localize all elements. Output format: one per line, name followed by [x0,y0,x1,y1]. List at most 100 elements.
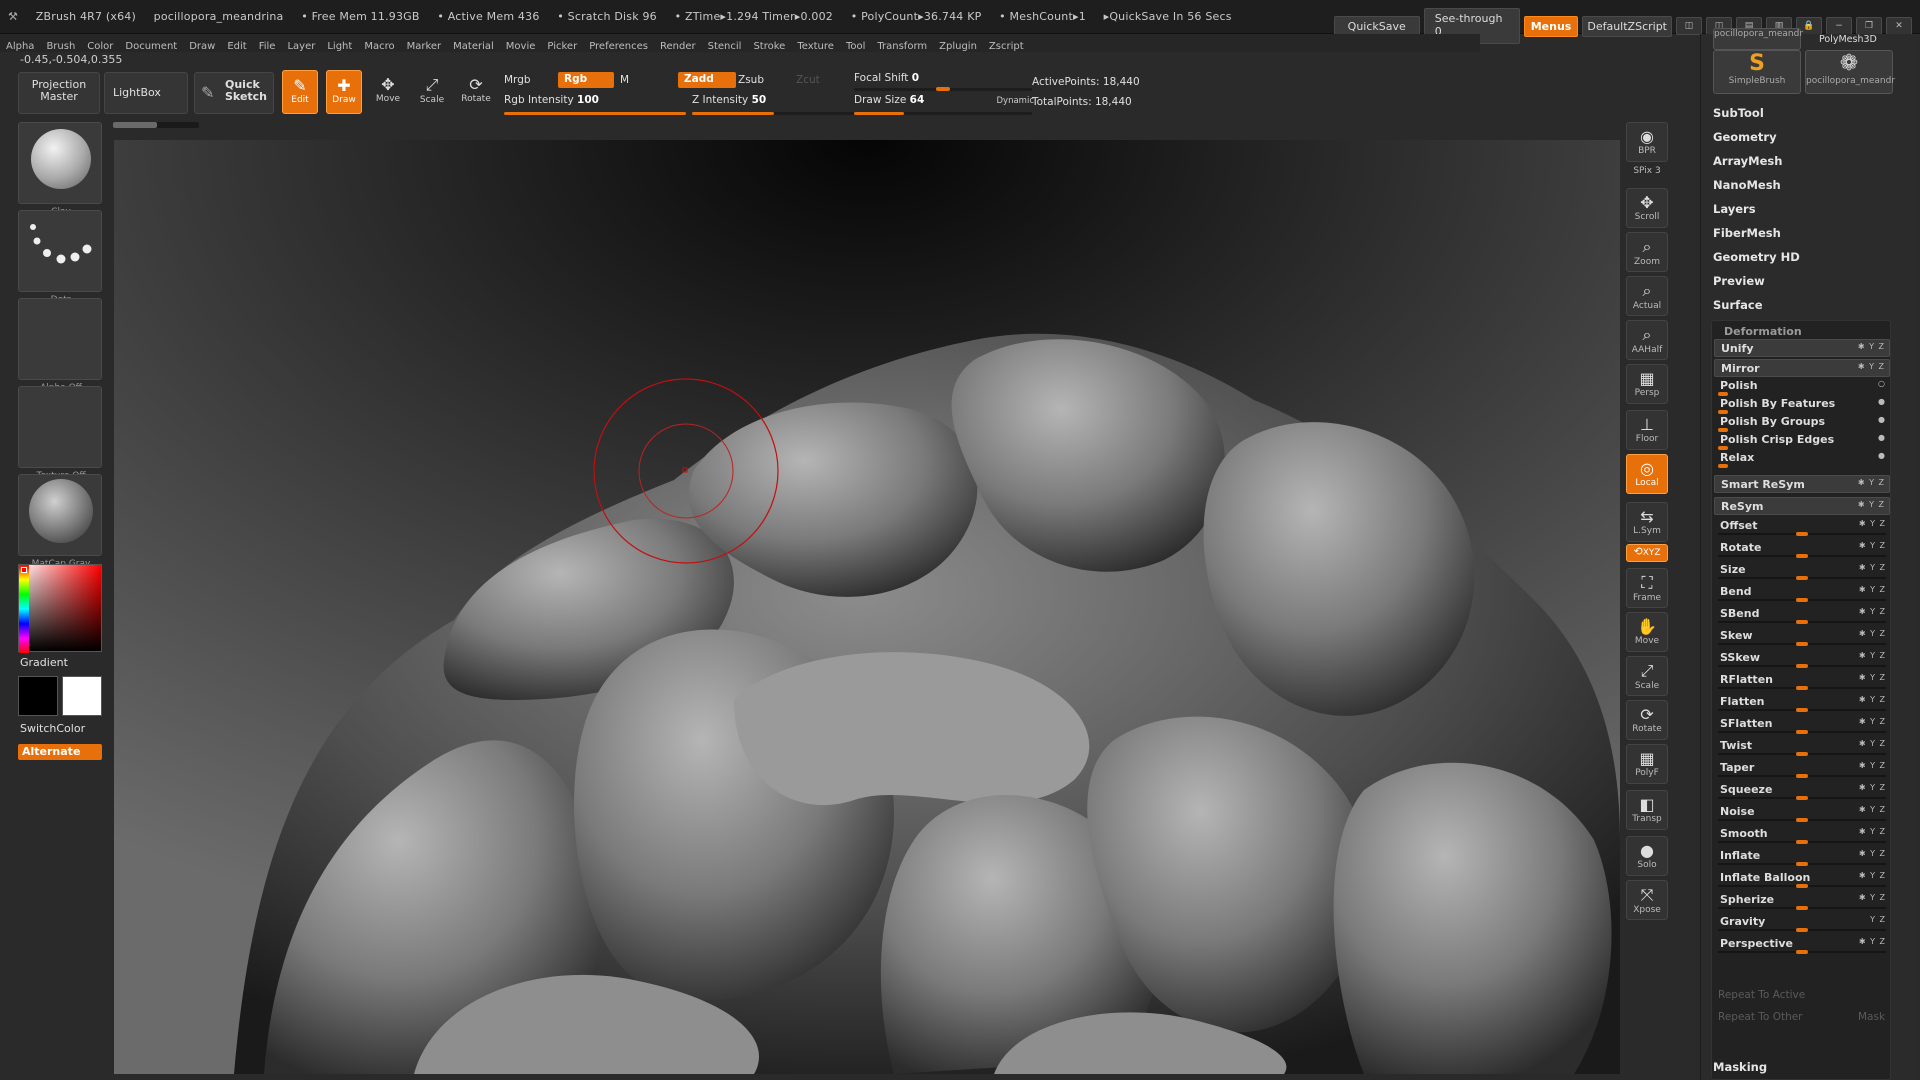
axis-toggle-icon[interactable]: ✱ Y Z [1859,893,1886,902]
deformation-header[interactable]: Deformation [1724,325,1802,338]
shelf-scroll-button[interactable]: ✥ Scroll [1626,188,1668,228]
axis-toggle-icon[interactable]: ● [1878,415,1886,424]
deform-polish-by-features[interactable]: Polish By Features ● [1714,395,1890,414]
zadd-button[interactable]: Zadd [678,72,736,88]
shelf-transp-button[interactable]: ◧ Transp [1626,790,1668,830]
slider-knob[interactable] [1796,818,1808,822]
default-zscript-button[interactable]: DefaultZScript [1582,15,1672,37]
menu-movie[interactable]: Movie [500,38,542,55]
axis-toggle-icon[interactable]: ✱ Y Z [1859,695,1886,704]
axis-toggle-icon[interactable]: ✱ Y Z [1858,500,1885,509]
repeat-to-active-button[interactable]: Repeat To Active [1718,989,1805,1001]
gradient-label[interactable]: Gradient [20,656,68,669]
mask-button[interactable]: Mask [1858,1011,1885,1023]
subpalette-geometry[interactable]: Geometry [1713,130,1777,144]
deform-size[interactable]: Size ✱ Y Z [1714,561,1890,580]
deform-twist[interactable]: Twist ✱ Y Z [1714,737,1890,756]
menu-light[interactable]: Light [321,38,358,55]
z-intensity-slider[interactable]: Z Intensity 50 [692,94,852,112]
layout-icon[interactable]: ◫ [1676,17,1702,35]
slider-knob[interactable] [1796,840,1808,844]
menu-stroke[interactable]: Stroke [747,38,791,55]
masking-subpalette[interactable]: Masking [1713,1060,1767,1074]
move-button[interactable]: ✥ Move [370,70,406,114]
scale-button[interactable]: ⤢ Scale [414,70,450,114]
restore-icon[interactable]: ❐ [1856,17,1882,35]
axis-toggle-icon[interactable]: ✱ Y Z [1859,585,1886,594]
slider-knob[interactable] [1796,686,1808,690]
menu-document[interactable]: Document [119,38,183,55]
projection-master-button[interactable]: Projection Master [18,72,100,114]
draw-button[interactable]: ✚ Draw [326,70,362,114]
menu-preferences[interactable]: Preferences [583,38,654,55]
axis-toggle-icon[interactable]: ✱ Y Z [1859,651,1886,660]
axis-toggle-icon[interactable]: ✱ Y Z [1859,673,1886,682]
axis-toggle-icon[interactable]: Y Z [1870,915,1886,924]
menu-marker[interactable]: Marker [401,38,448,55]
shelf-polyf-button[interactable]: ▦ PolyF [1626,744,1668,784]
menu-edit[interactable]: Edit [221,38,252,55]
deform-polish-crisp-edges[interactable]: Polish Crisp Edges ● [1714,431,1890,450]
deform-smart-resym[interactable]: Smart ReSym ✱ Y Z [1714,475,1890,493]
axis-toggle-icon[interactable]: ✱ Y Z [1858,362,1885,371]
deform-unify[interactable]: Unify ✱ Y Z [1714,339,1890,357]
axis-toggle-icon[interactable]: ✱ Y Z [1859,541,1886,550]
slider-knob[interactable] [1796,642,1808,646]
subpalette-layers[interactable]: Layers [1713,202,1756,216]
deform-inflate[interactable]: Inflate ✱ Y Z [1714,847,1890,866]
shelf-floor-button[interactable]: ⊥ Floor [1626,410,1668,450]
shelf-solo-button[interactable]: ● Solo [1626,836,1668,876]
axis-toggle-icon[interactable]: ✱ Y Z [1859,849,1886,858]
menu-texture[interactable]: Texture [791,38,840,55]
slider-knob[interactable] [1796,950,1808,954]
slider-knob[interactable] [1796,928,1808,932]
deform-resym[interactable]: ReSym ✱ Y Z [1714,497,1890,515]
axis-toggle-icon[interactable]: ✱ Y Z [1859,761,1886,770]
slider-knob[interactable] [1796,752,1808,756]
deform-bend[interactable]: Bend ✱ Y Z [1714,583,1890,602]
axis-toggle-icon[interactable]: ○ [1878,379,1886,388]
deform-sflatten[interactable]: SFlatten ✱ Y Z [1714,715,1890,734]
deform-relax[interactable]: Relax ● [1714,449,1890,468]
close-icon[interactable]: ✕ [1886,17,1912,35]
texture-thumbnail[interactable]: Texture Off [18,386,102,481]
main-color-swatch[interactable] [18,676,58,716]
deform-rflatten[interactable]: RFlatten ✱ Y Z [1714,671,1890,690]
slider-knob[interactable] [1796,664,1808,668]
shelf-frame-button[interactable]: ⛶ Frame [1626,568,1668,608]
edit-button[interactable]: ✎ Edit [282,70,318,114]
minimize-icon[interactable]: − [1826,17,1852,35]
deform-spherize[interactable]: Spherize ✱ Y Z [1714,891,1890,910]
repeat-to-other-button[interactable]: Repeat To Other [1718,1011,1803,1023]
secondary-color-swatch[interactable] [62,676,102,716]
menu-draw[interactable]: Draw [183,38,221,55]
subpalette-arraymesh[interactable]: ArrayMesh [1713,154,1782,168]
menu-stencil[interactable]: Stencil [702,38,748,55]
color-picker[interactable] [18,564,102,653]
deform-flatten[interactable]: Flatten ✱ Y Z [1714,693,1890,712]
deform-polish-by-groups[interactable]: Polish By Groups ● [1714,413,1890,432]
axis-toggle-icon[interactable]: ✱ Y Z [1859,629,1886,638]
menu-picker[interactable]: Picker [541,38,583,55]
axis-toggle-icon[interactable]: ✱ Y Z [1859,739,1886,748]
zcut-button[interactable]: Zcut [796,74,820,86]
subpalette-geometry-hd[interactable]: Geometry HD [1713,250,1800,264]
axis-toggle-icon[interactable]: ✱ Y Z [1859,607,1886,616]
menu-zplugin[interactable]: Zplugin [933,38,983,55]
subpalette-subtool[interactable]: SubTool [1713,106,1764,120]
shelf-actual-button[interactable]: ⌕ Actual [1626,276,1668,316]
shelf-zoom-button[interactable]: ⌕ Zoom [1626,232,1668,272]
document-canvas[interactable] [114,140,1620,1074]
quick-sketch-button[interactable]: ✎ Quick Sketch [194,72,274,114]
menu-file[interactable]: File [253,38,282,55]
axis-toggle-icon[interactable]: ✱ Y Z [1859,563,1886,572]
menu-macro[interactable]: Macro [358,38,400,55]
simplebrush-tool[interactable]: S SimpleBrush [1713,50,1801,94]
deform-inflate-balloon[interactable]: Inflate Balloon ✱ Y Z [1714,869,1890,888]
menu-transform[interactable]: Transform [871,38,933,55]
axis-toggle-icon[interactable]: ✱ Y Z [1859,519,1886,528]
slider-knob[interactable] [1796,532,1808,536]
deform-polish[interactable]: Polish ○ [1714,377,1890,396]
deform-mirror[interactable]: Mirror ✱ Y Z [1714,359,1890,377]
subpalette-surface[interactable]: Surface [1713,298,1763,312]
